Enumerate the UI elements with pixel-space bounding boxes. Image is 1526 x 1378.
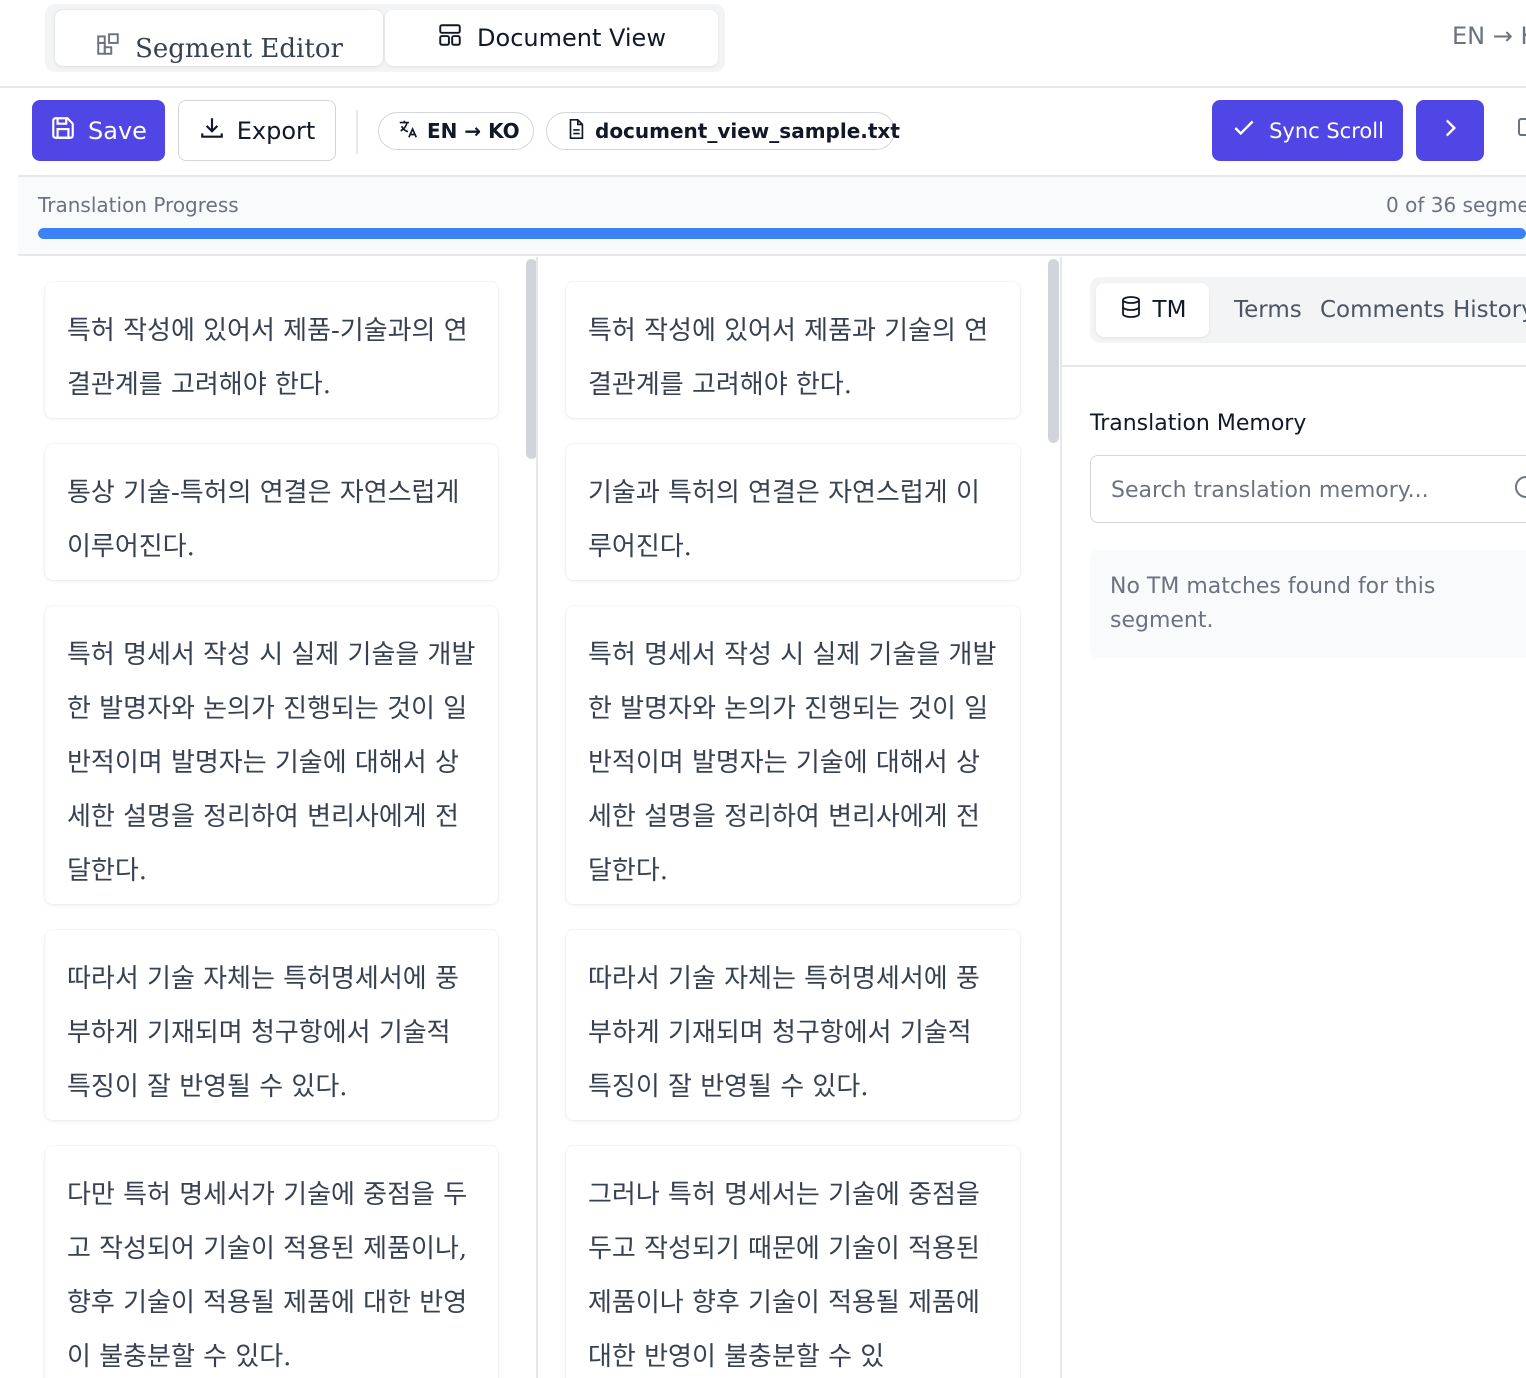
tm-empty-message: No TM matches found for this segment. [1090, 550, 1526, 658]
sync-scroll-label: Sync Scroll [1269, 118, 1384, 143]
export-button-label: Export [236, 116, 316, 145]
panel-toggle-icon[interactable] [1518, 118, 1526, 136]
target-segment[interactable]: 따라서 기술 자체는 특허명세서에 풍부하게 기재되며 청구항에서 기술적 특징… [566, 930, 1020, 1120]
search-icon[interactable] [1515, 476, 1526, 498]
source-segment[interactable]: 통상 기술-특허의 연결은 자연스럽게 이루어진다. [45, 444, 498, 580]
progress-fill [38, 228, 1526, 239]
sync-scroll-button[interactable]: Sync Scroll [1212, 100, 1403, 161]
export-button[interactable]: Export [178, 100, 336, 161]
save-button[interactable]: Save [32, 100, 165, 161]
tab-comments[interactable]: Comments [1320, 283, 1445, 337]
target-column: 특허 작성에 있어서 제품과 기술의 연결관계를 고려해야 한다. 기술과 특허… [540, 257, 1062, 1378]
grid-icon [95, 22, 121, 76]
tab-tm-label: TM [1152, 297, 1187, 323]
translation-progress: Translation Progress 0 of 36 segme [18, 177, 1526, 256]
translate-icon [397, 118, 419, 145]
tm-search-input[interactable] [1111, 472, 1491, 508]
header-language-pair: EN → K [1452, 22, 1526, 50]
language-pair-label: EN → KO [427, 119, 520, 143]
side-panel-tabs: TM Terms Comments History [1090, 277, 1526, 343]
source-scrollbar[interactable] [526, 259, 536, 459]
source-segment[interactable]: 따라서 기술 자체는 특허명세서에 풍부하게 기재되며 청구항에서 기술적 특징… [45, 930, 498, 1120]
progress-count: 0 of 36 segme [1386, 193, 1526, 217]
tab-terms[interactable]: Terms [1234, 283, 1302, 337]
tab-tm[interactable]: TM [1096, 283, 1209, 337]
target-segment[interactable]: 특허 명세서 작성 시 실제 기술을 개발한 발명자와 논의가 진행되는 것이 … [566, 606, 1020, 904]
language-pair-chip: EN → KO [378, 112, 534, 150]
file-icon [565, 118, 587, 145]
side-panel-header: TM Terms Comments History [1062, 257, 1526, 367]
target-segment[interactable]: 기술과 특허의 연결은 자연스럽게 이루어진다. [566, 444, 1020, 580]
next-button[interactable] [1416, 100, 1484, 161]
target-segment[interactable]: 특허 작성에 있어서 제품과 기술의 연결관계를 고려해야 한다. [566, 282, 1020, 418]
target-segment[interactable]: 그러나 특허 명세서는 기술에 중점을 두고 작성되기 때문에 기술이 적용된 … [566, 1146, 1020, 1378]
layout-icon [437, 22, 463, 54]
save-button-label: Save [88, 116, 147, 145]
save-icon [50, 115, 76, 147]
side-panel: TM Terms Comments History Translation Me… [1062, 257, 1526, 1378]
source-column: 특허 작성에 있어서 제품-기술과의 연결관계를 고려해야 한다. 통상 기술-… [18, 257, 538, 1378]
tab-document-view[interactable]: Document View [385, 10, 718, 66]
target-scrollbar[interactable] [1048, 259, 1059, 443]
tab-segment-editor[interactable]: Segment Editor [55, 10, 383, 66]
progress-track [38, 228, 1526, 239]
source-segment[interactable]: 특허 작성에 있어서 제품-기술과의 연결관계를 고려해야 한다. [45, 282, 498, 418]
tab-document-view-label: Document View [477, 24, 666, 52]
file-name-label: document_view_sample.txt [595, 119, 900, 143]
download-icon [199, 115, 225, 147]
toolbar: Save Export EN → KO document_view_sample… [18, 88, 1526, 177]
tab-segment-editor-label: Segment Editor [135, 34, 343, 64]
view-switcher: Segment Editor Document View [45, 4, 725, 72]
tab-history[interactable]: History [1453, 283, 1526, 337]
tm-heading: Translation Memory [1090, 411, 1307, 436]
database-icon [1119, 295, 1143, 325]
source-segment[interactable]: 특허 명세서 작성 시 실제 기술을 개발한 발명자와 논의가 진행되는 것이 … [45, 606, 498, 904]
tm-search-box [1090, 455, 1526, 523]
top-bar: Segment Editor Document View EN → K [0, 0, 1526, 88]
check-icon [1231, 115, 1257, 146]
toolbar-divider [356, 110, 358, 154]
source-segment[interactable]: 다만 특허 명세서가 기술에 중점을 두고 작성되어 기술이 적용된 제품이나,… [45, 1146, 498, 1378]
progress-label: Translation Progress [38, 193, 239, 217]
file-name-chip: document_view_sample.txt [546, 112, 900, 150]
chevron-right-icon [1437, 115, 1463, 147]
